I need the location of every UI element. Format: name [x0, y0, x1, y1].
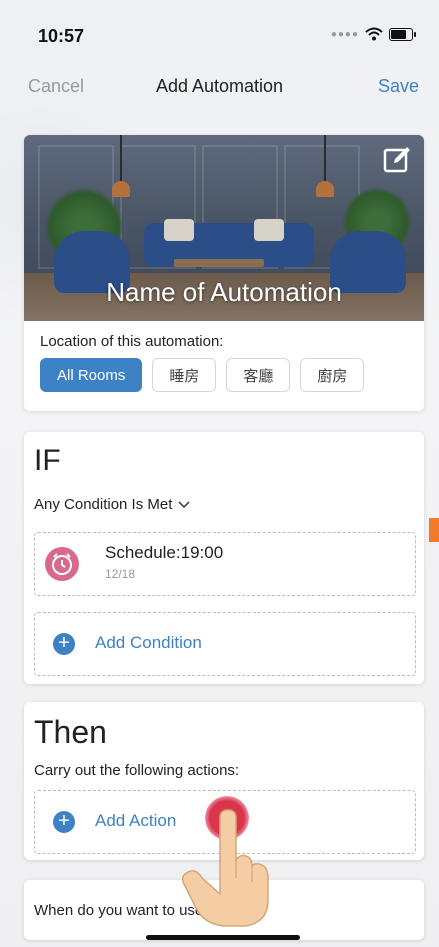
then-heading: Then: [34, 714, 107, 750]
alarm-clock-icon: [45, 547, 79, 581]
pointing-hand-icon: [181, 809, 269, 927]
pendant-lamp: [120, 135, 122, 183]
plus-icon: +: [53, 633, 75, 655]
room-chip-living-room[interactable]: 客廳: [226, 358, 291, 392]
if-card: IF Any Condition Is Met Schedule:19:00 1…: [24, 432, 424, 684]
status-icons: ●●●●: [330, 27, 416, 41]
room-chip-all-rooms[interactable]: All Rooms: [40, 358, 143, 392]
condition-title: Schedule:19:00: [105, 543, 224, 562]
location-label: Location of this automation:: [40, 333, 224, 350]
condition-subtitle: 12/18: [105, 567, 136, 581]
home-indicator[interactable]: [146, 935, 300, 940]
save-button[interactable]: Save: [378, 76, 419, 97]
signal-dots-icon: ●●●●: [330, 28, 359, 40]
wifi-icon: [365, 27, 383, 41]
edit-icon[interactable]: [382, 145, 412, 175]
nav-bar: Cancel Add Automation Save: [0, 70, 439, 104]
room-chip-kitchen[interactable]: 廚房: [300, 358, 365, 392]
chevron-down-icon: [178, 500, 190, 508]
condition-item-schedule[interactable]: Schedule:19:00 12/18: [34, 532, 416, 596]
battery-icon: [389, 27, 416, 41]
status-time: 10:57: [38, 26, 85, 46]
lampshade: [316, 181, 334, 197]
condition-mode-dropdown[interactable]: Any Condition Is Met: [34, 496, 190, 513]
if-heading: IF: [34, 444, 61, 477]
page-title: Add Automation: [155, 76, 284, 96]
coffee-table: [174, 259, 264, 267]
condition-mode-label: Any Condition Is Met: [34, 496, 173, 513]
add-action-label: Add Action: [95, 811, 177, 830]
edge-accent: [429, 518, 439, 542]
lampshade: [112, 181, 130, 197]
add-condition-button[interactable]: + Add Condition: [34, 612, 416, 676]
then-subtitle: Carry out the following actions:: [34, 762, 240, 779]
automation-cover-image[interactable]: Name of Automation: [24, 135, 424, 321]
cushion: [254, 219, 284, 241]
pendant-lamp: [324, 135, 326, 183]
automation-info-card: Name of Automation Location of this auto…: [24, 135, 424, 411]
plus-icon: +: [53, 811, 75, 833]
cushion: [164, 219, 194, 241]
room-selector: All Rooms 睡房 客廳 廚房: [40, 358, 365, 392]
add-condition-label: Add Condition: [95, 633, 202, 652]
automation-name[interactable]: Name of Automation: [24, 277, 424, 308]
status-bar: 10:57 ●●●●: [0, 0, 439, 60]
room-chip-bedroom[interactable]: 睡房: [152, 358, 217, 392]
